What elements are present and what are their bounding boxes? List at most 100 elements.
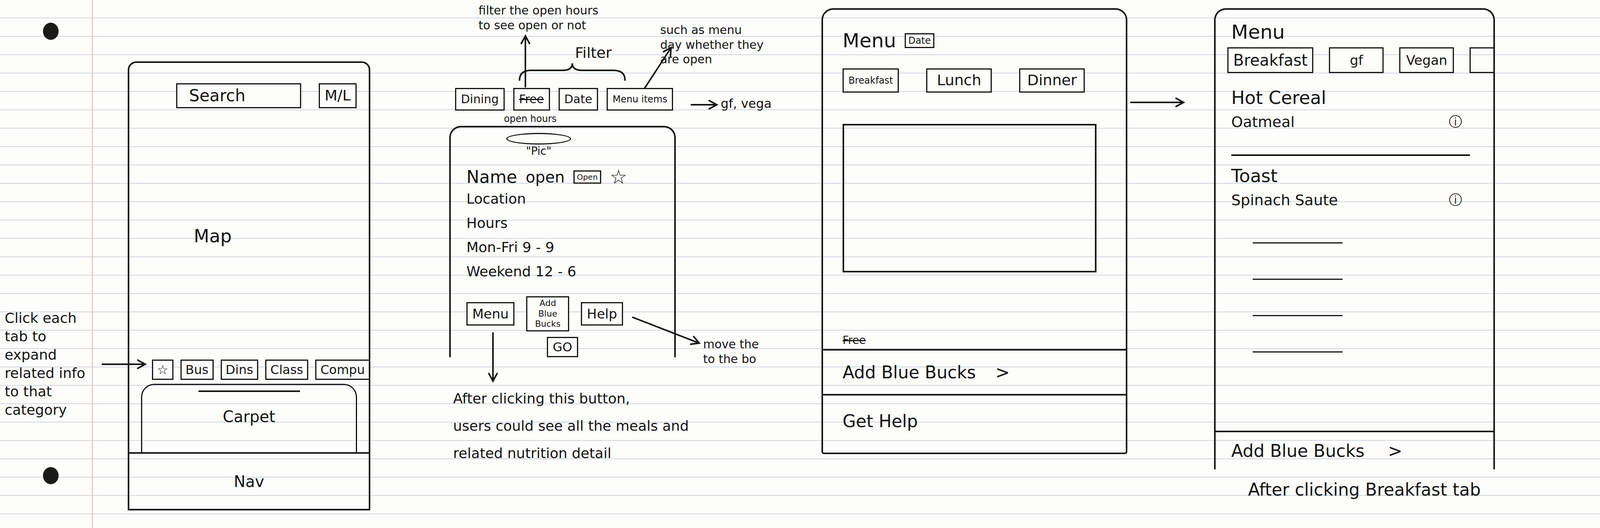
drawer-handle bbox=[198, 390, 300, 392]
placeholder-line bbox=[1252, 314, 1343, 317]
margin-line bbox=[91, 0, 93, 528]
arrow-icon bbox=[521, 35, 530, 87]
annotation-line: After clicking this button, bbox=[453, 384, 689, 413]
category-tab: ☆ bbox=[151, 359, 174, 380]
annotation-line: category bbox=[4, 400, 86, 419]
card-button: Menu bbox=[466, 301, 515, 326]
arrow-icon bbox=[691, 100, 717, 109]
filter-tab: Date bbox=[558, 87, 599, 111]
hours-line: Weekend 12 - 6 bbox=[466, 259, 659, 284]
annotation-line: move the bbox=[703, 336, 759, 352]
breakfast-phone: Menu Breakfast gf Vegan Hot Cereal Oatmeal ⓘ To… bbox=[1214, 8, 1495, 470]
brace-icon bbox=[519, 63, 625, 81]
add-blue-bucks-row: Add Blue Bucks > bbox=[1215, 430, 1494, 470]
annotation-line: to the bo bbox=[703, 351, 759, 367]
spacer bbox=[823, 272, 1126, 334]
map-phone: Search M/L Map ☆ Bus Dins Class Compu Carpet Nav bbox=[127, 61, 371, 511]
arrow-icon bbox=[632, 317, 700, 345]
menu-section: Hot Cereal Oatmeal ⓘ bbox=[1215, 87, 1494, 131]
filter-tab: Menu items bbox=[606, 87, 674, 111]
section-divider bbox=[1231, 154, 1470, 156]
card-buttons: Menu Add Blue Bucks Help bbox=[466, 296, 659, 331]
tab-caption: open hours bbox=[503, 112, 557, 125]
date-button: Date bbox=[904, 33, 934, 49]
section-heading: Hot Cereal bbox=[1231, 87, 1478, 109]
chevron-icon: > bbox=[1387, 440, 1403, 461]
info-icon: ⓘ bbox=[1448, 112, 1463, 131]
map-list-toggle: M/L bbox=[318, 83, 357, 109]
filter-tab: Dining bbox=[455, 87, 505, 111]
get-help-label: Get Help bbox=[842, 410, 1107, 431]
menu-item: Spinach Sauteⓘ bbox=[1231, 191, 1478, 209]
photo-ellipse bbox=[506, 132, 572, 145]
menu-phone: MenuDateBreakfastLunchDinnerFreeAdd Blue… bbox=[821, 8, 1128, 454]
chevron-icon: > bbox=[995, 362, 1010, 383]
category-tab: Bus bbox=[180, 359, 214, 380]
diet-tabs: Breakfast gf Vegan bbox=[1215, 43, 1494, 74]
place-name: Name bbox=[466, 166, 518, 187]
meal-tab: Lunch bbox=[926, 68, 992, 93]
nav-bar: Nav bbox=[129, 451, 369, 509]
annotation: After clicking this button,users could s… bbox=[453, 384, 689, 467]
meal-tab: Dinner bbox=[1019, 68, 1085, 93]
category-tabs: ☆ Bus Dins Class Compu bbox=[129, 359, 369, 380]
section-heading: Toast bbox=[1231, 165, 1478, 187]
filter-tab: Free bbox=[513, 87, 550, 111]
diet-tab: Vegan bbox=[1399, 47, 1454, 74]
meal-tab: Breakfast bbox=[842, 68, 899, 93]
menu-section: Toast Spinach Sauteⓘ bbox=[1215, 165, 1494, 209]
photo-label: "Pic" bbox=[525, 144, 552, 158]
diet-tab: Breakfast bbox=[1227, 47, 1314, 74]
arrow-icon bbox=[488, 332, 497, 381]
annotation-line: to that bbox=[4, 382, 86, 401]
favorite-icon: ☆ bbox=[609, 167, 628, 187]
menu-item: Oatmeal ⓘ bbox=[1231, 112, 1478, 131]
annotation-line: Click each bbox=[4, 308, 86, 327]
map-label: Map bbox=[193, 225, 369, 247]
map-area: Map bbox=[129, 108, 369, 359]
nav-label: Nav bbox=[233, 472, 265, 491]
filter-label: Filter bbox=[575, 43, 612, 63]
arrow-icon bbox=[102, 359, 146, 368]
add-blue-bucks-row: Add Blue Bucks > bbox=[823, 348, 1126, 394]
menu-item-name: Oatmeal bbox=[1231, 113, 1295, 131]
annotation-arrows bbox=[0, 0, 1600, 528]
annotation-line: such as menu bbox=[660, 22, 764, 38]
hours-label: Hours bbox=[466, 210, 659, 236]
diet-tab-cut bbox=[1469, 47, 1494, 74]
name-row: NameopenOpen☆ bbox=[466, 166, 659, 187]
annotation: filter the open hoursto see open or not bbox=[478, 3, 599, 33]
annotation: move theto the bo bbox=[703, 336, 759, 367]
placeholder-line bbox=[1252, 242, 1343, 244]
content-box bbox=[842, 123, 1097, 273]
drawer-label: Carpet bbox=[222, 407, 276, 426]
open-status: open bbox=[525, 167, 565, 186]
spacer bbox=[1215, 352, 1494, 431]
arrow-icon bbox=[1130, 98, 1184, 107]
annotation-line: users could see all the meals and bbox=[453, 412, 689, 440]
paper-sheet: Search M/L Map ☆ Bus Dins Class Compu Carpet Nav C… bbox=[0, 0, 1600, 528]
hours-line: Mon-Fri 9 - 9 bbox=[466, 235, 659, 260]
photo-placeholder: "Pic" bbox=[505, 132, 572, 158]
diet-tab: gf bbox=[1328, 47, 1384, 74]
free-label: Free bbox=[823, 333, 1126, 347]
add-blue-bucks-label: Add Blue Bucks bbox=[842, 362, 976, 383]
category-tab: Class bbox=[265, 359, 309, 380]
menu-title: Menu bbox=[842, 29, 897, 52]
card-button: Add Blue Bucks bbox=[526, 296, 570, 331]
category-tab: Compu bbox=[315, 359, 370, 380]
location-label: Location bbox=[466, 186, 659, 211]
placeholder-line bbox=[1252, 278, 1343, 280]
menu-title: Menu bbox=[1215, 9, 1494, 44]
annotation: Click eachtab toexpandrelated infoto tha… bbox=[4, 308, 86, 419]
add-blue-bucks-label: Add Blue Bucks bbox=[1231, 440, 1365, 461]
get-help-row: Get Help bbox=[823, 393, 1126, 453]
filter-tabs: Dining Free Date Menu items bbox=[455, 87, 674, 111]
menu-header: Menu Date bbox=[823, 9, 1126, 52]
category-tab: Dins bbox=[220, 359, 259, 380]
search-box: Search bbox=[176, 83, 302, 109]
card-button: Help bbox=[580, 301, 624, 326]
menu-item-name: Spinach Saute bbox=[1231, 191, 1338, 209]
caption: After clicking Breakfast tab bbox=[1248, 478, 1481, 500]
meal-tabs: Breakfast Lunch Dinner bbox=[823, 51, 1126, 93]
